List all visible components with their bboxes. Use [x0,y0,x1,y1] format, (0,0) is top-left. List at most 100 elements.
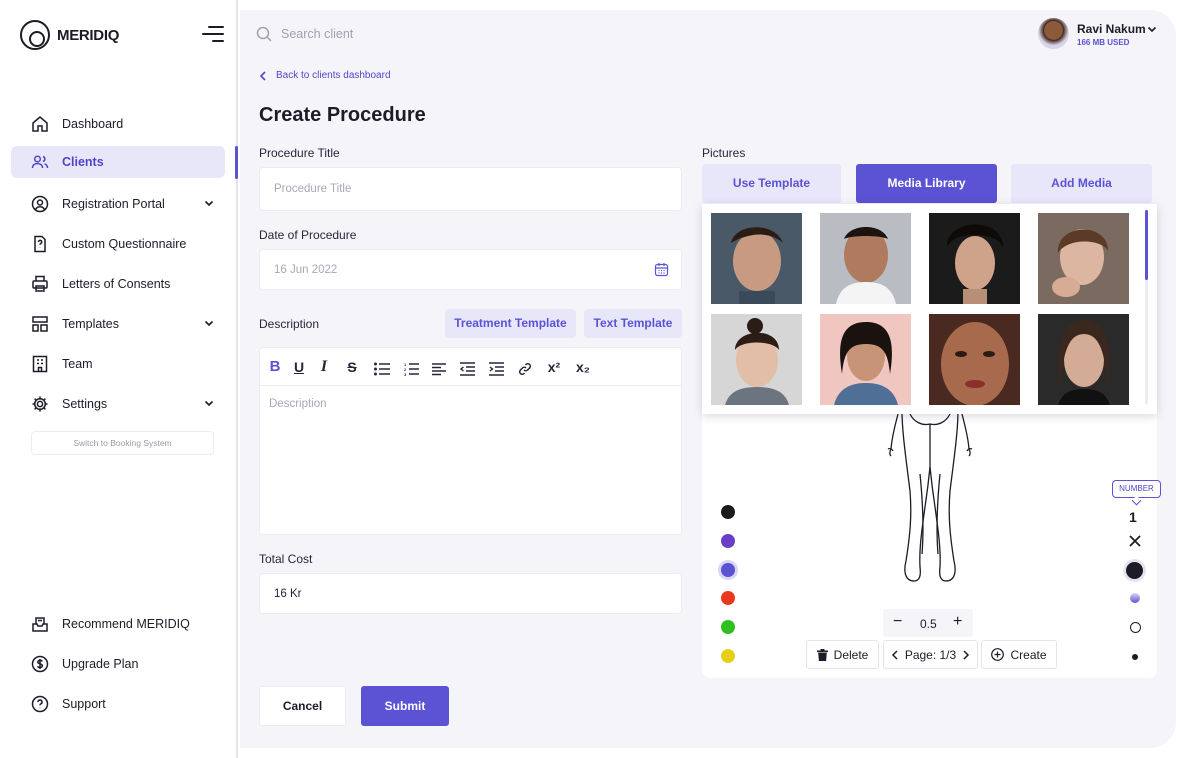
outdent-icon[interactable] [460,360,475,378]
numbered-list-icon[interactable]: 123 [404,360,419,378]
sidebar-item-recommend[interactable]: Recommend MERIDIQ [11,608,225,640]
color-swatch-red[interactable] [721,591,735,605]
subscript-button[interactable]: x₂ [573,358,593,376]
sidebar-item-upgrade-plan[interactable]: Upgrade Plan [11,648,225,680]
plus-circle-icon [991,648,1005,661]
description-editor[interactable]: B U I S 123 x² x₂ Description [259,347,682,535]
page-navigator: Page: 1/3 [883,640,978,669]
superscript-button[interactable]: x² [544,358,564,376]
menu-toggle-icon[interactable] [202,26,224,44]
date-value: 16 Jun 2022 [274,263,338,276]
chevron-down-icon [204,400,214,407]
chevron-left-icon[interactable] [891,649,899,660]
total-cost-label: Total Cost [259,552,313,566]
calendar-icon[interactable] [654,262,669,277]
back-link[interactable]: Back to clients dashboard [259,70,391,81]
media-thumbnail[interactable] [711,314,802,405]
media-thumbnail[interactable] [711,213,802,304]
chevron-right-icon[interactable] [962,649,970,660]
tab-use-template[interactable]: Use Template [702,164,841,203]
zoom-out-button[interactable]: − [893,613,902,631]
media-thumbnail[interactable] [1038,213,1129,304]
media-thumbnail[interactable] [1038,314,1129,405]
search-bar[interactable]: Search client [256,26,353,42]
delete-label: Delete [833,647,869,662]
strikethrough-button[interactable]: S [344,358,360,376]
align-left-icon[interactable] [432,360,446,378]
italic-button[interactable]: I [317,358,331,376]
hollow-circle-tool-icon[interactable] [1130,622,1141,633]
sidebar-item-dashboard[interactable]: Dashboard [11,108,225,140]
delete-button[interactable]: Delete [806,640,879,669]
tab-media-library[interactable]: Media Library [856,164,997,203]
zoom-in-button[interactable]: + [953,613,962,631]
active-indicator [235,146,238,179]
tab-add-media[interactable]: Add Media [1011,164,1152,203]
submit-button[interactable]: Submit [361,686,449,726]
procedure-title-placeholder: Procedure Title [274,183,352,195]
media-thumbnail[interactable] [820,314,911,405]
pictures-label: Pictures [702,146,746,160]
indent-icon[interactable] [489,360,504,378]
storage-used: 166 MB USED [1077,38,1130,47]
media-thumbnail[interactable] [820,213,911,304]
cancel-button[interactable]: Cancel [259,686,346,726]
switch-booking-button[interactable]: Switch to Booking System [31,431,214,455]
sidebar: MERIDIQ Dashboard Clients Registration P… [0,0,238,758]
sidebar-item-label: Dashboard [62,117,124,131]
chevron-left-icon [259,70,266,81]
color-swatch-purple[interactable] [721,534,735,548]
trash-icon [816,648,828,661]
color-swatch-green[interactable] [721,620,735,634]
underline-button[interactable]: U [292,358,306,376]
cross-tool-icon[interactable] [1129,535,1141,547]
media-thumbnail[interactable] [929,213,1020,304]
sidebar-item-label: Support [62,697,106,711]
color-swatch-black[interactable] [721,505,735,519]
chevron-down-icon [204,320,214,327]
sidebar-item-registration-portal[interactable]: Registration Portal [11,188,225,220]
sidebar-item-custom-questionnaire[interactable]: Custom Questionnaire [11,228,225,260]
inbox-icon [32,617,48,632]
users-icon [31,155,49,169]
sidebar-item-templates[interactable]: Templates [11,308,225,340]
sidebar-item-letters-of-consents[interactable]: Letters of Consents [11,268,225,300]
sidebar-item-label: Custom Questionnaire [62,237,187,251]
small-brush-icon[interactable] [1132,654,1138,660]
link-icon[interactable] [518,360,532,378]
sidebar-item-label: Clients [62,155,104,169]
bullet-list-icon[interactable] [374,360,390,378]
dollar-icon [31,655,49,673]
large-brush-icon[interactable] [1126,562,1143,579]
sidebar-item-label: Registration Portal [62,197,165,211]
user-circle-icon [31,195,49,213]
procedure-title-input[interactable]: Procedure Title [259,167,682,211]
body-outline-diagram[interactable] [880,409,980,589]
color-swatch-yellow[interactable] [721,649,735,663]
treatment-template-button[interactable]: Treatment Template [445,309,576,338]
library-scrollbar[interactable] [1145,210,1148,404]
printer-icon [32,275,48,292]
sidebar-item-clients[interactable]: Clients [11,146,225,178]
procedure-title-label: Procedure Title [259,146,340,160]
medium-brush-icon[interactable] [1130,593,1140,603]
number-tooltip: NUMBER [1112,480,1161,498]
layout-icon [32,316,48,332]
sidebar-item-label: Letters of Consents [62,277,171,291]
date-input[interactable]: 16 Jun 2022 [259,249,682,290]
media-thumbnail[interactable] [929,314,1020,405]
description-label: Description [259,317,320,331]
create-button[interactable]: Create [981,640,1057,669]
text-template-button[interactable]: Text Template [584,309,682,338]
logo[interactable]: MERIDIQ [20,20,119,50]
sidebar-item-label: Upgrade Plan [62,657,139,671]
sidebar-item-settings[interactable]: Settings [11,388,225,420]
total-cost-input[interactable]: 16 Kr [259,573,682,614]
color-swatch-indigo[interactable] [721,563,735,577]
number-tool[interactable]: 1 [1129,509,1137,525]
bold-button[interactable]: B [268,358,282,376]
sidebar-item-support[interactable]: Support [11,688,225,720]
search-input[interactable]: Search client [281,27,353,41]
sidebar-item-team[interactable]: Team [11,348,225,380]
date-label: Date of Procedure [259,228,357,242]
